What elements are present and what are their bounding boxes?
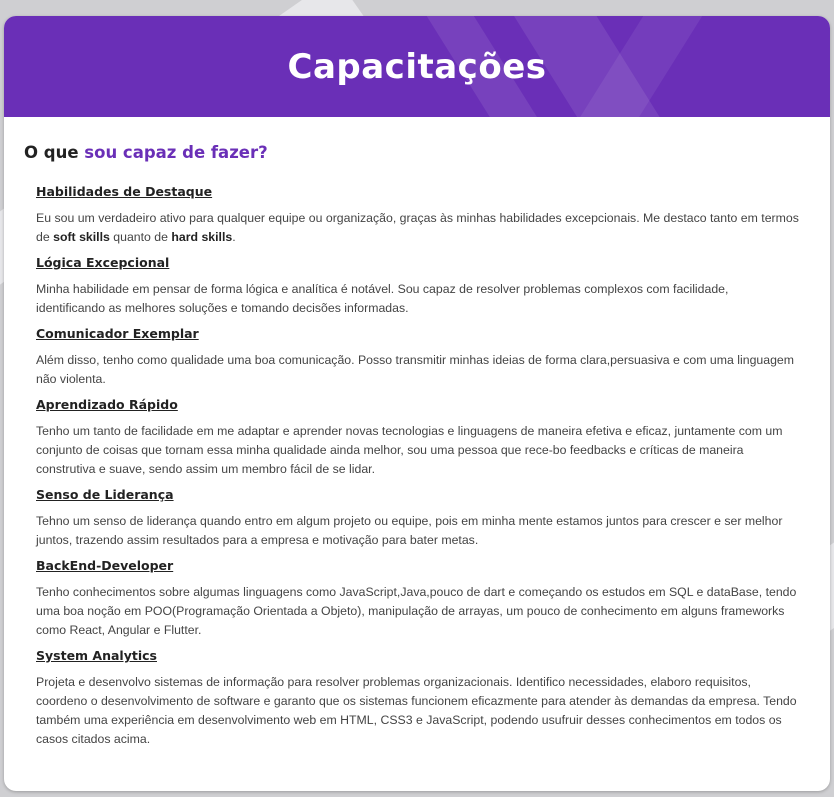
skill-description: Eu sou um verdadeiro ativo para qualquer… bbox=[36, 211, 799, 244]
heading-prefix: O que bbox=[24, 143, 79, 162]
card-content: O que sou capaz de fazer? Habilidades de… bbox=[4, 117, 830, 749]
skill-item: Senso de Liderança Tehno um senso de lid… bbox=[36, 487, 810, 550]
skill-item: Lógica Excepcional Minha habilidade em p… bbox=[36, 255, 810, 318]
skill-item: Habilidades de Destaque Eu sou um verdad… bbox=[36, 184, 810, 247]
section-heading: O que sou capaz de fazer? bbox=[24, 143, 810, 162]
skill-item: System Analytics Projeta e desenvolvo si… bbox=[36, 648, 810, 749]
skill-description: Tenho um tanto de facilidade em me adapt… bbox=[36, 424, 783, 476]
page-title: Capacitações bbox=[287, 46, 547, 87]
skill-item: BackEnd-Developer Tenho conhecimentos so… bbox=[36, 558, 810, 640]
skill-title: BackEnd-Developer bbox=[36, 558, 174, 573]
skill-description: Minha habilidade em pensar de forma lógi… bbox=[36, 282, 729, 315]
skill-item: Aprendizado Rápido Tenho um tanto de fac… bbox=[36, 397, 810, 479]
skill-title: Comunicador Exemplar bbox=[36, 326, 199, 341]
skill-description: Tehno um senso de liderança quando entro… bbox=[36, 514, 783, 547]
skill-title: System Analytics bbox=[36, 648, 157, 663]
skill-description: Além disso, tenho como qualidade uma boa… bbox=[36, 353, 795, 386]
skill-item: Comunicador Exemplar Além disso, tenho c… bbox=[36, 326, 810, 389]
skill-title: Habilidades de Destaque bbox=[36, 184, 213, 199]
skill-description: Tenho conhecimentos sobre algumas lingua… bbox=[36, 585, 797, 637]
skill-title: Senso de Liderança bbox=[36, 487, 174, 502]
card-header: Capacitações bbox=[4, 16, 830, 117]
skills-card: Capacitações O que sou capaz de fazer? H… bbox=[4, 16, 830, 791]
skill-description: Projeta e desenvolvo sistemas de informa… bbox=[36, 675, 797, 746]
skill-title: Aprendizado Rápido bbox=[36, 397, 178, 412]
heading-accent: sou capaz de fazer? bbox=[84, 143, 268, 162]
skill-title: Lógica Excepcional bbox=[36, 255, 170, 270]
